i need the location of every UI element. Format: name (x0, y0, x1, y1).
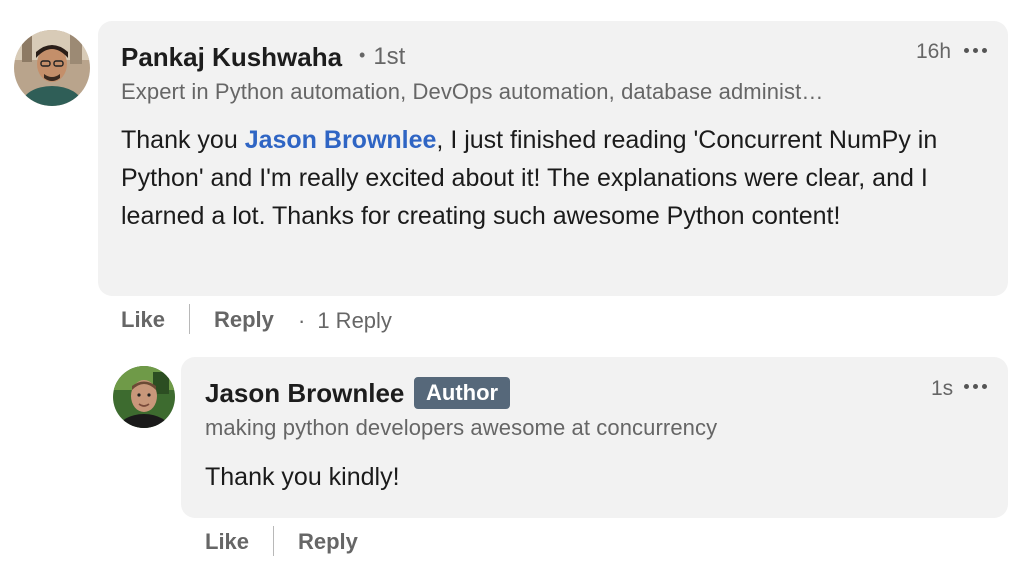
commenter-avatar[interactable] (14, 30, 90, 106)
replier-headline: making python developers awesome at conc… (205, 415, 718, 440)
replier-name[interactable]: Jason Brownlee (205, 378, 404, 409)
reply-count-link[interactable]: · 1 Reply (298, 308, 392, 334)
comment-timestamp: 16h (916, 40, 952, 63)
like-button[interactable]: Like (205, 529, 249, 555)
replier-avatar[interactable] (113, 366, 175, 428)
reply-button[interactable]: Reply (298, 529, 358, 555)
connection-degree: • 1st (359, 43, 406, 70)
like-button[interactable]: Like (121, 307, 165, 333)
commenter-name[interactable]: Pankaj Kushwaha (121, 42, 342, 73)
reply-button[interactable]: Reply (214, 307, 274, 333)
reply-timestamp: 1s (931, 377, 954, 400)
commenter-headline: Expert in Python automation, DevOps auto… (121, 79, 824, 104)
more-options-icon[interactable] (962, 382, 990, 392)
profile-photo-icon (14, 30, 90, 106)
action-divider (273, 526, 274, 556)
action-divider (189, 304, 190, 334)
comment-body: Thank you Jason Brownlee, I just finishe… (121, 121, 961, 235)
reply-body: Thank you kindly! (205, 463, 400, 491)
more-options-icon[interactable] (962, 46, 990, 56)
mention-link[interactable]: Jason Brownlee (245, 126, 437, 154)
author-badge: Author (414, 377, 511, 409)
profile-photo-icon (113, 366, 175, 428)
comment-text-intro: Thank you (121, 126, 245, 154)
